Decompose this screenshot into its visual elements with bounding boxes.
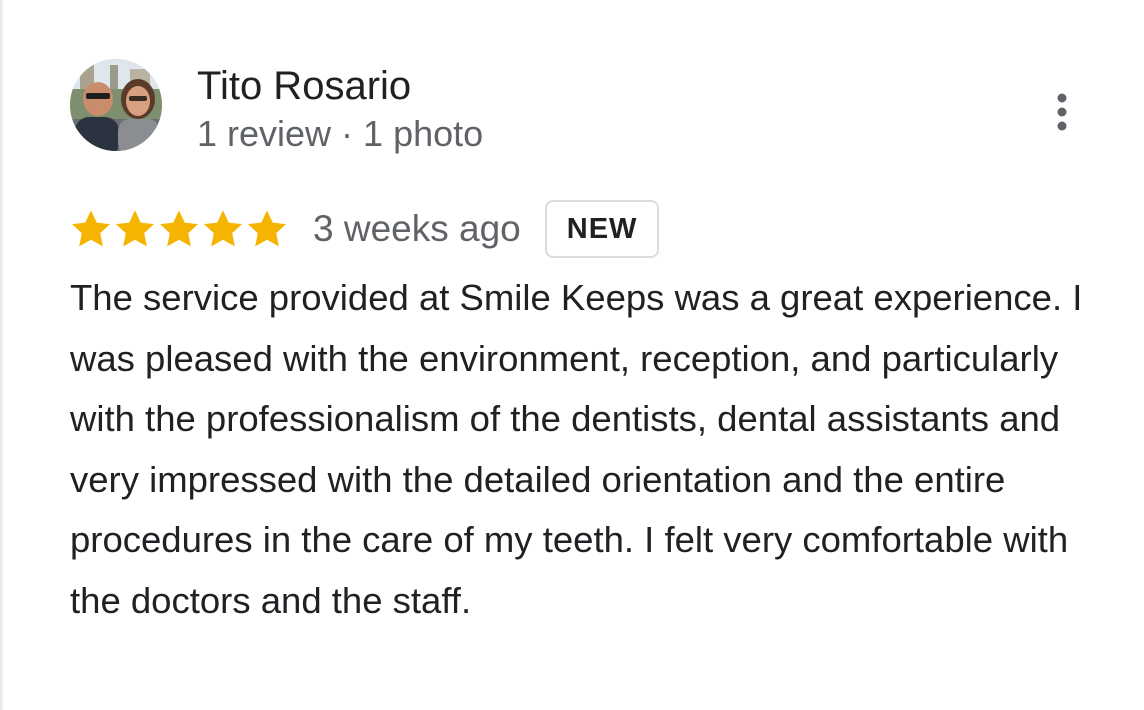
review-card: Tito Rosario 1 review · 1 photo 3 weeks …: [0, 0, 1144, 710]
star-icon: [202, 209, 244, 249]
star-icon: [158, 209, 200, 249]
avatar-photo-icon: [70, 59, 162, 151]
reviewer-stats: 1 review · 1 photo: [197, 113, 484, 154]
more-options-button[interactable]: [1040, 86, 1084, 138]
review-time: 3 weeks ago: [313, 208, 521, 249]
star-icon: [114, 209, 156, 249]
new-badge: NEW: [544, 200, 660, 258]
reviewer-avatar[interactable]: [70, 59, 162, 151]
star-icon: [246, 209, 288, 249]
star-rating: [70, 209, 288, 249]
review-text: The service provided at Smile Keeps was …: [70, 277, 1083, 621]
reviewer-name[interactable]: Tito Rosario: [197, 60, 411, 112]
rating-row: 3 weeks ago NEW: [70, 198, 660, 260]
more-vert-icon: [1057, 93, 1067, 131]
star-icon: [70, 209, 112, 249]
